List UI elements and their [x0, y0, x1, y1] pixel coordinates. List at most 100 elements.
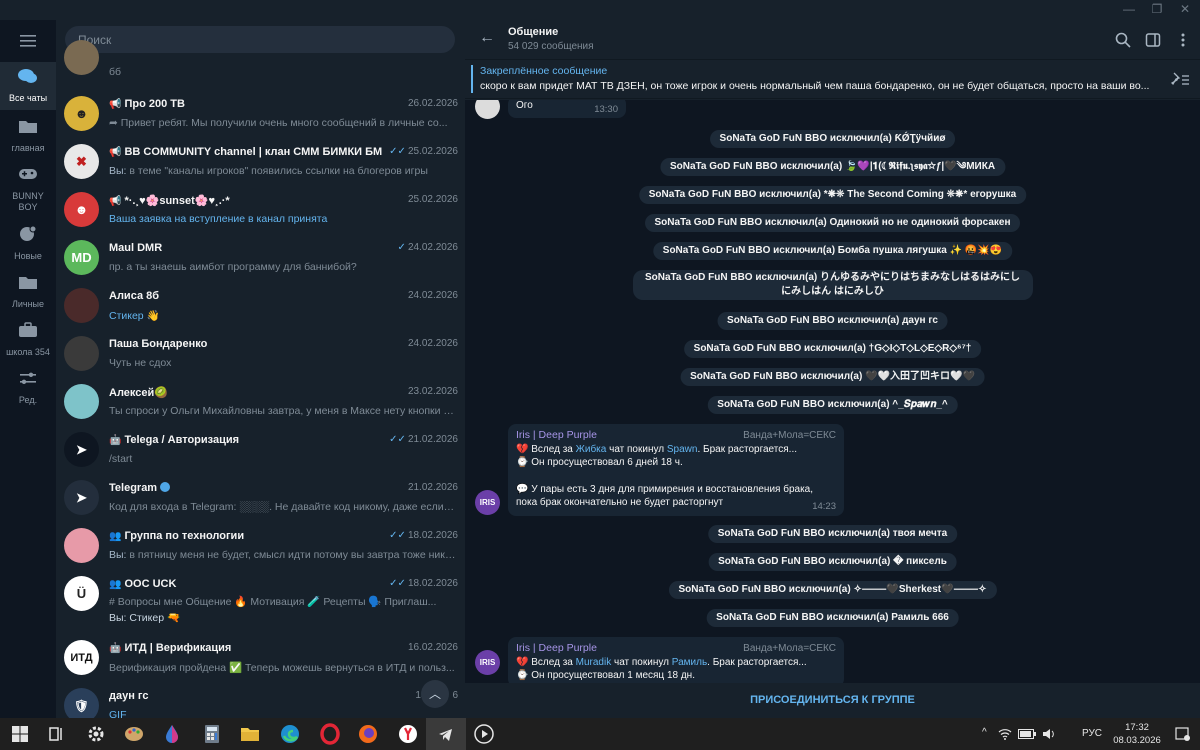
avatar[interactable]: IRIS: [475, 650, 500, 675]
chat-row[interactable]: ИТД 🤖 ИТД | Верификация 16.02.2026 Верифи…: [56, 634, 464, 682]
sidebar-toggle-icon[interactable]: [1145, 32, 1161, 48]
folder-new[interactable]: Новые: [0, 225, 56, 266]
bot-icon: 🤖: [109, 435, 122, 446]
join-group-button[interactable]: ПРИСОЕДИНИТЬСЯ К ГРУППЕ: [465, 683, 1200, 718]
wifi-icon[interactable]: [998, 728, 1012, 740]
user-link[interactable]: Жибка: [576, 444, 607, 455]
service-message: SoNaTa GoD FuN BBO исключил(а) ƘǾƮӱчйиø: [709, 130, 956, 148]
notification-icon[interactable]: [1174, 726, 1190, 742]
chat-preview: # Вопросы мне Общение 🔥 Мотивация 🧪 Реце…: [109, 596, 437, 608]
clock-date: 08.03.2026: [1113, 735, 1161, 746]
chat-title[interactable]: Общение: [508, 26, 558, 38]
minimize-button[interactable]: —: [1116, 0, 1142, 20]
chat-row[interactable]: ✖ 📢 BB COMMUNITY channel | клан СММ БИМКИ…: [56, 138, 464, 186]
text-span: чат покинул: [606, 443, 667, 455]
speaker-icon[interactable]: [1042, 728, 1056, 740]
chat-preview: Ты спроси у Ольги Михайловны завтра, у м…: [109, 405, 457, 417]
chat-row[interactable]: Ü 👥 OOC UCK ✓✓ 18.02.2026 # Вопросы мне Об…: [56, 570, 464, 632]
service-message: SoNaTa GoD FuN BBO исключил(а) †G◇I◇T◇L◇…: [683, 340, 982, 358]
user-link[interactable]: Spawn: [667, 444, 698, 455]
folder-label: Все чаты: [8, 93, 48, 103]
more-options-icon[interactable]: [1175, 32, 1191, 48]
language-indicator[interactable]: РУС: [1082, 728, 1102, 739]
folder-edit[interactable]: Ред.: [0, 370, 56, 410]
chat-row[interactable]: ☻ 📢 *·.¸♥🌸sunset🌸♥¸.·* 25.02.2026 Ваша за…: [56, 186, 464, 234]
chat-row[interactable]: ➤ 🤖 Telega / Авторизация ✓✓ 21.02.2026 /st…: [56, 426, 464, 474]
service-message: SoNaTa GoD FuN BBO исключил(а) ✧⸻🖤Sherke…: [668, 581, 997, 599]
chat-row[interactable]: Паша Бондаренко 24.02.2026 Чуть не сдох: [56, 330, 464, 378]
chat-preview: Чуть не сдох: [109, 357, 172, 369]
chat-name: *·.¸♥🌸sunset🌸♥¸.·*: [124, 195, 230, 207]
menu-button[interactable]: [0, 30, 56, 52]
task-view-icon[interactable]: [44, 722, 68, 746]
chevron-up-icon[interactable]: ^: [982, 727, 987, 738]
calculator-icon[interactable]: [200, 722, 224, 746]
chat-row[interactable]: ➤ Telegram 21.02.2026 Код для входа в Te…: [56, 474, 464, 522]
folder-label: Ред.: [18, 395, 38, 405]
chat-row[interactable]: ☻ 📢 Про 200 ТВ 26.02.2026 ➦ Привет ребят.…: [56, 90, 464, 138]
pinned-message[interactable]: Закреплённое сообщение скоро к вам приде…: [465, 61, 1200, 99]
chat-new-icon: [20, 225, 37, 241]
folder-main[interactable]: главная: [0, 118, 56, 158]
chat-row[interactable]: Алексей🥝 23.02.2026 Ты спроси у Ольги Ми…: [56, 378, 464, 426]
chat-row[interactable]: 🛡 даун гс 136 GIF: [56, 682, 464, 718]
battery-icon[interactable]: [1018, 729, 1036, 739]
media-player-icon[interactable]: [472, 722, 496, 746]
scroll-up-button[interactable]: ︿: [421, 680, 449, 708]
file-explorer-icon[interactable]: [238, 722, 262, 746]
chat-row[interactable]: 👥 Группа по технологии ✓✓ 18.02.2026 Вы: в…: [56, 522, 464, 570]
chat-title: 📢 Про 200 ТВ: [109, 98, 389, 110]
chat-row[interactable]: MD Maul DMR ✓ 24.02.2026 пр. а ты знаешь …: [56, 234, 464, 282]
message-bubble[interactable]: Ого 13:30: [508, 100, 626, 118]
telegram-icon[interactable]: [434, 722, 458, 746]
message-bubble[interactable]: Iris | Deep Purple Ванда+Мола=СЕКС 💔 Всл…: [508, 637, 844, 683]
edge-browser-icon[interactable]: [278, 722, 302, 746]
chat-row[interactable]: бб: [56, 40, 464, 78]
folder-all-chats[interactable]: Все чаты: [0, 62, 56, 110]
chat-title: 📢 BB COMMUNITY channel | клан СММ БИМКИ Б…: [109, 146, 389, 158]
chat-preview: /start: [109, 453, 133, 465]
user-link[interactable]: Muradik: [576, 657, 612, 668]
firefox-browser-icon[interactable]: [356, 722, 380, 746]
avatar[interactable]: [475, 100, 500, 119]
chat-row[interactable]: Алиса 8б 24.02.2026 Стикер 👋: [56, 282, 464, 330]
windows-start-icon[interactable]: [8, 722, 32, 746]
message-area[interactable]: Ого 13:30 SoNaTa GoD FuN BBO исключил(а)…: [465, 100, 1200, 683]
folder-school[interactable]: школа 354: [0, 322, 56, 362]
chat-name: Группа по технологии: [124, 530, 245, 542]
forward-icon: ➦: [109, 117, 121, 129]
chat-preview-wrap: Ваша заявка на вступление в канал принят…: [109, 213, 457, 225]
window-title-bar: — ❐ ✕: [0, 0, 1200, 20]
search-box[interactable]: [65, 26, 455, 53]
settings-gear-icon[interactable]: [84, 722, 108, 746]
message-bubble[interactable]: Iris | Deep Purple Ванда+Мола=СЕКС 💔 Всл…: [508, 424, 844, 516]
restore-button[interactable]: ❐: [1144, 0, 1170, 20]
back-arrow-icon[interactable]: ←: [479, 30, 495, 46]
chat-date: 16.02.2026: [407, 642, 458, 653]
search-icon[interactable]: [1115, 32, 1131, 48]
close-button[interactable]: ✕: [1172, 0, 1198, 20]
service-message: SoNaTa GoD FuN BBO исключил(а) ^_𝑺𝒑𝒂𝒘𝒏_^: [707, 396, 958, 414]
folder-label: главная: [11, 143, 45, 153]
chat-title: 📢 *·.¸♥🌸sunset🌸♥¸.·*: [109, 194, 389, 207]
double-check-icon: ✓✓: [389, 146, 406, 157]
user-link[interactable]: Рамиль: [672, 657, 707, 668]
chat-preview: Код для входа в Telegram: ░░░░. Не давай…: [109, 501, 457, 513]
search-input[interactable]: [65, 26, 455, 53]
avatar[interactable]: IRIS: [475, 490, 500, 515]
chat-list: бб ☻ 📢Про 200 ТВ 26.02.2026 ➦ Привет реб…: [56, 20, 464, 718]
pinned-list-icon[interactable]: [1170, 71, 1190, 87]
opera-browser-icon[interactable]: [318, 722, 342, 746]
yandex-browser-icon[interactable]: [396, 722, 420, 746]
chat-title: 👥 OOC UCK: [109, 578, 389, 590]
paint-icon[interactable]: [122, 722, 146, 746]
taskbar-clock[interactable]: 17:32 08.03.2026: [1110, 721, 1164, 747]
chat-preview: в пятницу меня не будет, смысл идти пото…: [129, 549, 457, 561]
megaphone-icon: 📢: [109, 99, 122, 110]
message-line: ⌚ Он просуществовал 6 дней 18 ч.: [516, 457, 683, 468]
sender-tag: Ванда+Мола=СЕКС: [743, 643, 836, 654]
droplet-app-icon[interactable]: [160, 722, 184, 746]
message-text: Ого: [516, 100, 533, 111]
folder-bunny-boy[interactable]: BUNNY BOY: [0, 166, 56, 214]
folder-personal[interactable]: Личные: [0, 274, 56, 314]
